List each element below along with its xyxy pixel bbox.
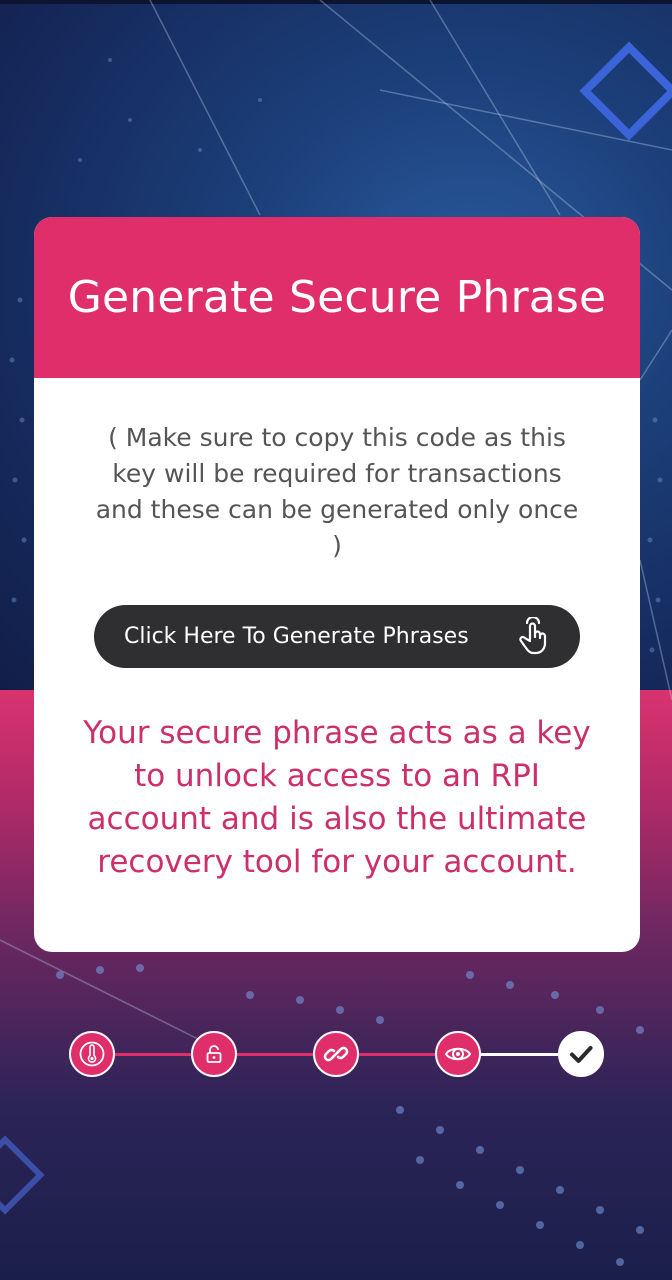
link-icon <box>323 1046 349 1062</box>
stepper-connector <box>92 1053 462 1056</box>
step-5[interactable] <box>558 1031 604 1077</box>
step-4[interactable] <box>435 1031 481 1077</box>
step-1[interactable] <box>69 1031 115 1077</box>
generate-phrases-button[interactable]: Click Here To Generate Phrases <box>94 605 580 668</box>
step-2[interactable] <box>191 1031 237 1077</box>
page-title: Generate Secure Phrase <box>67 272 607 323</box>
card-header: Generate Secure Phrase <box>34 217 640 378</box>
step-3[interactable] <box>313 1031 359 1077</box>
unlock-icon <box>206 1045 222 1063</box>
checkmark-icon <box>570 1046 593 1063</box>
copy-warning-note: ( Make sure to copy this code as this ke… <box>95 423 579 560</box>
secure-phrase-card: Generate Secure Phrase ( Make sure to co… <box>34 217 640 952</box>
thermometer-icon <box>79 1041 105 1067</box>
hand-pointer-icon <box>519 617 547 655</box>
generate-phrases-label: Click Here To Generate Phrases <box>124 624 469 649</box>
eye-icon <box>444 1047 472 1061</box>
secure-phrase-info: Your secure phrase acts as a key to unlo… <box>83 715 591 880</box>
